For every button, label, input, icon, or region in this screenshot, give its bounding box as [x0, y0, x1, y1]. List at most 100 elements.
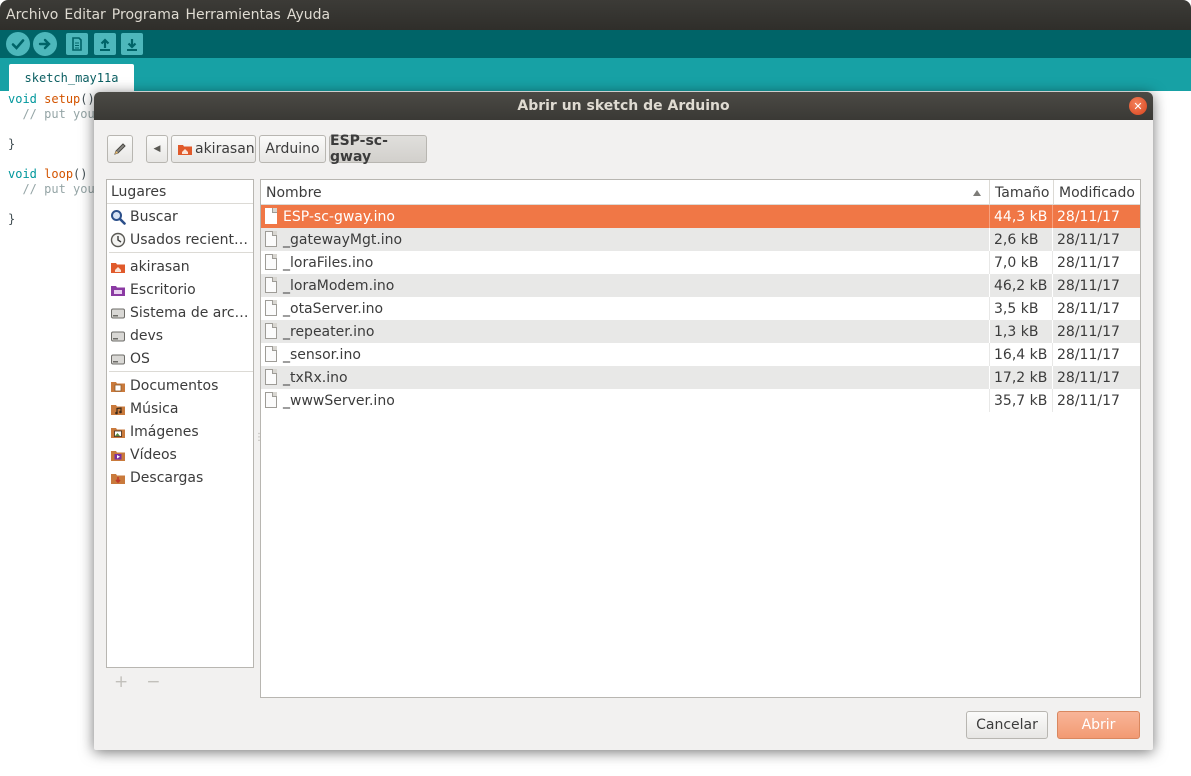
- add-place-button[interactable]: +: [114, 672, 128, 692]
- place-akirasan[interactable]: akirasan: [107, 255, 253, 278]
- place-label: Vídeos: [130, 446, 177, 463]
- column-separator: [989, 343, 990, 366]
- videos-folder-icon: [111, 450, 125, 461]
- home-folder-icon: [111, 262, 125, 273]
- place-videos[interactable]: Vídeos: [107, 443, 253, 466]
- code-function: setup: [44, 92, 81, 106]
- file-name: _txRx.ino: [283, 369, 348, 386]
- place-recent[interactable]: Usados recient…: [107, 228, 253, 251]
- place-descargas[interactable]: Descargas: [107, 466, 253, 489]
- new-sketch-button[interactable]: [66, 33, 88, 55]
- column-header-size[interactable]: Tamaño: [990, 180, 1053, 205]
- file-icon: [265, 369, 277, 385]
- open-sketch-dialog: Abrir un sketch de Arduino ✕ ◀ akirasan …: [94, 92, 1153, 750]
- file-name: _loraModem.ino: [283, 277, 395, 294]
- file-name: _otaServer.ino: [283, 300, 384, 317]
- file-name: ESP-sc-gway.ino: [283, 208, 395, 225]
- file-size: 16,4 kB: [994, 346, 1048, 363]
- search-icon: [111, 209, 126, 225]
- file-size: 17,2 kB: [994, 369, 1048, 386]
- open-sketch-button[interactable]: [94, 33, 116, 55]
- downloads-folder-icon: [111, 473, 125, 484]
- menu-herramientas[interactable]: Herramientas: [185, 7, 280, 23]
- menu-ayuda[interactable]: Ayuda: [287, 7, 330, 23]
- place-devs[interactable]: devs: [107, 324, 253, 347]
- column-label: Modificado: [1059, 184, 1135, 201]
- file-row[interactable]: _loraFiles.ino 7,0 kB 28/11/17: [261, 251, 1140, 274]
- menu-programa[interactable]: Programa: [112, 7, 180, 23]
- column-separator: [989, 205, 990, 228]
- column-header-name[interactable]: Nombre: [261, 180, 989, 205]
- breadcrumb-akirasan[interactable]: akirasan: [171, 135, 256, 163]
- column-separator: [1052, 343, 1053, 366]
- file-row[interactable]: _loraModem.ino 46,2 kB 28/11/17: [261, 274, 1140, 297]
- column-separator: [1052, 228, 1053, 251]
- file-row[interactable]: _wwwServer.ino 35,7 kB 28/11/17: [261, 389, 1140, 412]
- breadcrumb-label: Arduino: [265, 141, 320, 157]
- file-name: _gatewayMgt.ino: [283, 231, 403, 248]
- code-line-setup: void setup(): [8, 92, 95, 106]
- file-icon: [265, 323, 277, 339]
- save-sketch-button[interactable]: [121, 33, 143, 55]
- place-label: Documentos: [130, 377, 219, 394]
- column-separator: [989, 366, 990, 389]
- remove-place-button[interactable]: −: [146, 672, 160, 692]
- path-back-button[interactable]: ◀: [146, 135, 168, 163]
- close-button[interactable]: ✕: [1129, 97, 1147, 115]
- file-name: _loraFiles.ino: [283, 254, 374, 271]
- column-separator: [989, 274, 990, 297]
- file-row[interactable]: ESP-sc-gway.ino 44,3 kB 28/11/17: [261, 205, 1140, 228]
- file-row[interactable]: _sensor.ino 16,4 kB 28/11/17: [261, 343, 1140, 366]
- column-separator: [989, 320, 990, 343]
- tab-sketch[interactable]: sketch_may11a: [9, 64, 134, 91]
- place-os[interactable]: OS: [107, 347, 253, 370]
- recent-icon: [110, 232, 126, 247]
- place-sistema-de-archivos[interactable]: Sistema de arc…: [107, 301, 253, 324]
- code-function: loop: [44, 167, 74, 181]
- type-path-button[interactable]: [107, 135, 133, 163]
- code-comment: // put you: [8, 182, 95, 196]
- file-row[interactable]: _txRx.ino 17,2 kB 28/11/17: [261, 366, 1140, 389]
- music-folder-icon: [111, 404, 125, 415]
- file-size: 46,2 kB: [994, 277, 1048, 294]
- places-separator: [109, 252, 253, 253]
- column-separator: [1052, 320, 1053, 343]
- file-date: 28/11/17: [1057, 300, 1120, 317]
- file-date: 28/11/17: [1057, 323, 1120, 340]
- verify-button[interactable]: [6, 32, 30, 56]
- file-icon: [265, 208, 277, 224]
- menu-archivo[interactable]: Archivo: [6, 7, 58, 23]
- column-separator: [1052, 389, 1053, 412]
- code-brace: }: [8, 137, 16, 151]
- breadcrumb-esp-sc-gway[interactable]: ESP-sc-gway: [329, 133, 427, 165]
- upload-button[interactable]: [33, 32, 57, 56]
- column-header-modified[interactable]: Modificado: [1054, 180, 1140, 205]
- menu-editar[interactable]: Editar: [64, 7, 105, 23]
- place-label: Escritorio: [130, 281, 196, 298]
- open-button[interactable]: Abrir: [1057, 711, 1140, 739]
- cancel-button[interactable]: Cancelar: [966, 711, 1048, 739]
- place-imagenes[interactable]: Imágenes: [107, 420, 253, 443]
- place-label: Música: [130, 400, 179, 417]
- column-separator: [1052, 251, 1053, 274]
- file-size: 35,7 kB: [994, 392, 1048, 409]
- place-musica[interactable]: Música: [107, 397, 253, 420]
- place-buscar[interactable]: Buscar: [107, 205, 253, 228]
- file-row[interactable]: _gatewayMgt.ino 2,6 kB 28/11/17: [261, 228, 1140, 251]
- file-date: 28/11/17: [1057, 277, 1120, 294]
- file-icon: [265, 392, 277, 408]
- place-label: akirasan: [130, 258, 190, 275]
- file-row[interactable]: _otaServer.ino 3,5 kB 28/11/17: [261, 297, 1140, 320]
- place-label: Imágenes: [130, 423, 199, 440]
- file-list: Nombre Tamaño Modificado ESP-sc-gway.ino…: [260, 179, 1141, 698]
- breadcrumb-arduino[interactable]: Arduino: [259, 135, 326, 163]
- file-row[interactable]: _repeater.ino 1,3 kB 28/11/17: [261, 320, 1140, 343]
- drive-icon: [111, 354, 125, 364]
- place-escritorio[interactable]: Escritorio: [107, 278, 253, 301]
- place-documentos[interactable]: Documentos: [107, 374, 253, 397]
- file-name: _sensor.ino: [283, 346, 361, 363]
- sort-ascending-icon: [973, 190, 981, 196]
- open-button-label: Abrir: [1081, 717, 1116, 733]
- file-date: 28/11/17: [1057, 208, 1120, 225]
- place-label: Sistema de arc…: [130, 304, 249, 321]
